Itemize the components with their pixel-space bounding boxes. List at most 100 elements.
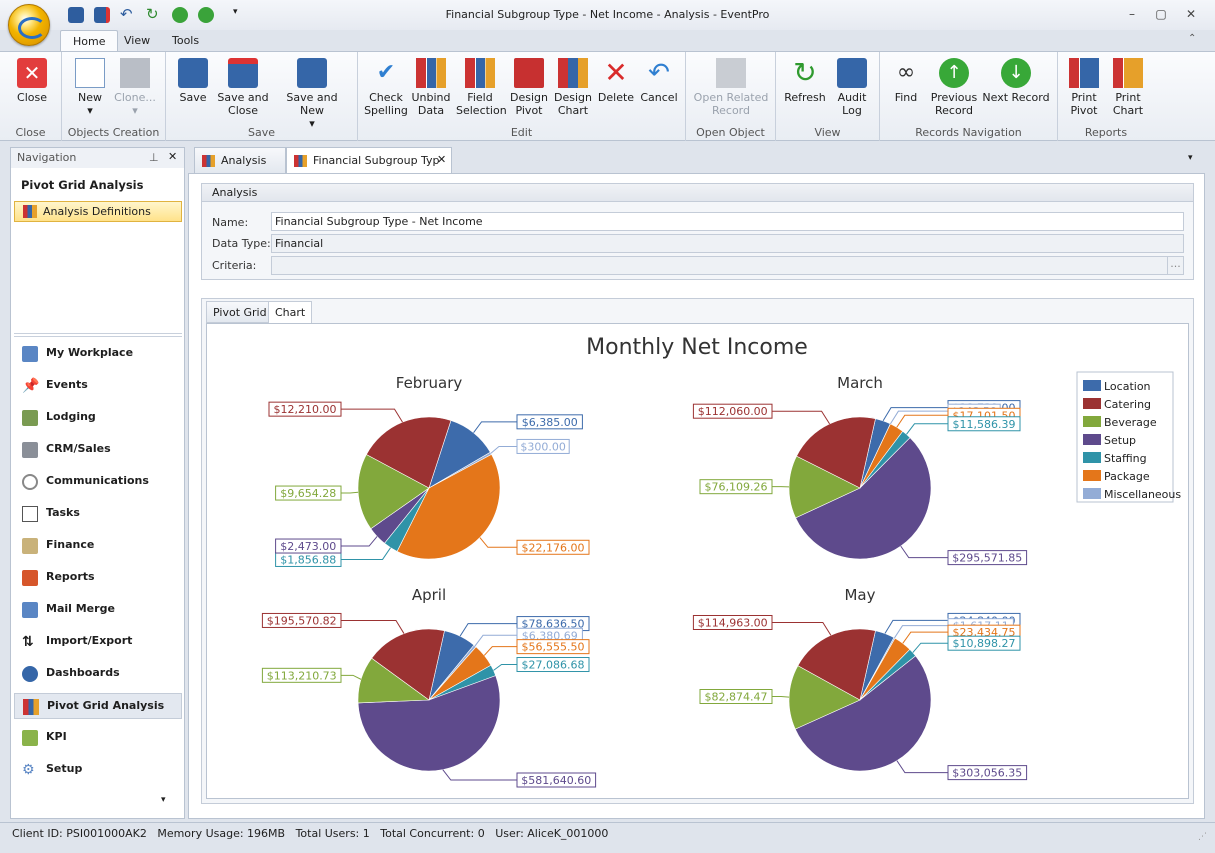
leader-line (341, 619, 405, 634)
close-tab-icon[interactable]: ✕ (437, 153, 446, 166)
chart-panel: Pivot Grid Chart Monthly Net Income Febr… (201, 298, 1194, 804)
criteria-ellipsis-button[interactable]: ... (1167, 257, 1183, 274)
nav-item-mail-merge[interactable]: Mail Merge (14, 597, 182, 623)
legend-item-miscellaneous: Miscellaneous (1104, 488, 1181, 501)
data-type-label: Data Type: (212, 237, 271, 250)
save-and-close-button[interactable]: Save and Close (216, 58, 270, 117)
refresh-button[interactable]: ↻ Refresh (782, 58, 828, 105)
nav-item-analysis-definitions[interactable]: Analysis Definitions (14, 201, 182, 222)
doc-tab-analysis[interactable]: Analysis (194, 147, 286, 173)
minimize-button[interactable]: – (1122, 6, 1142, 22)
leader-line (341, 408, 403, 423)
design-pivot-button[interactable]: Design Pivot (508, 58, 550, 117)
field-selection-button[interactable]: Field Selection (456, 58, 507, 117)
tab-list-dropdown-icon[interactable]: ▾ (1188, 153, 1193, 163)
nav-item-setup[interactable]: ⚙ Setup (14, 757, 182, 783)
delete-button[interactable]: ✕ Delete (596, 58, 636, 105)
tab-view[interactable]: View (112, 30, 162, 52)
print-pivot-icon (1069, 58, 1099, 88)
pin-icon[interactable]: ⊥ (149, 151, 159, 164)
chart-title: Monthly Net Income (586, 335, 808, 360)
leader-line (341, 491, 359, 494)
print-pivot-button[interactable]: Print Pivot (1064, 58, 1104, 117)
leader-line (341, 674, 362, 680)
new-button[interactable]: New ▾ (70, 58, 110, 117)
close-icon: ✕ (17, 58, 47, 88)
tab-chart[interactable]: Chart (268, 301, 313, 324)
data-label: $1,856.88 (280, 553, 336, 566)
group-records-navigation: ∞ Find ↑ Previous Record ↓ Next Record Reco… (880, 52, 1058, 141)
nav-item-dashboards[interactable]: Dashboards (14, 661, 182, 687)
nav-item-pivot-grid-analysis[interactable]: Pivot Grid Analysis (14, 693, 182, 719)
unbind-data-button[interactable]: Unbind Data (410, 58, 452, 117)
legend-swatch (1083, 470, 1101, 481)
next-record-button[interactable]: ↓ Next Record (982, 58, 1050, 104)
pie-title: May (844, 586, 875, 604)
close-button[interactable]: ✕ Close (10, 58, 54, 104)
criteria-field[interactable] (271, 256, 1184, 275)
cancel-button[interactable]: ↶ Cancel (638, 58, 680, 104)
resize-grip-icon[interactable]: ⋰ (1198, 832, 1207, 842)
audit-log-icon (837, 58, 867, 88)
close-window-button[interactable]: ✕ (1181, 6, 1201, 22)
find-button[interactable]: ∞ Find (886, 58, 926, 104)
import-export-icon: ⇅ (22, 634, 34, 650)
binoculars-icon: ∞ (896, 60, 916, 85)
group-edit: ✔ Check Spelling Unbind Data Field Select… (358, 52, 686, 141)
tab-tools[interactable]: Tools (160, 30, 211, 52)
open-related-record-button[interactable]: Open Related Record (692, 58, 770, 117)
name-field[interactable]: Financial Subgroup Type - Net Income (271, 212, 1184, 231)
maximize-button[interactable]: ▢ (1151, 6, 1171, 22)
pie-february: February $6,385.00 $300.00 $22,176.00 $1,856… (268, 374, 590, 567)
save-button[interactable]: Save (174, 58, 212, 104)
tab-home[interactable]: Home (60, 30, 119, 52)
clone-button[interactable]: Clone... ▾ (112, 58, 158, 117)
close-pane-icon[interactable]: ✕ (168, 150, 177, 163)
criteria-label: Criteria: (212, 259, 257, 272)
building-icon (22, 442, 38, 458)
data-label: $295,571.85 (952, 552, 1022, 565)
data-type-field[interactable]: Financial (271, 234, 1184, 253)
leader-line (479, 537, 517, 548)
data-label: $12,210.00 (274, 403, 337, 416)
nav-overflow-icon[interactable]: ▾ (161, 795, 166, 805)
data-label: $56,555.50 (522, 641, 585, 654)
design-chart-icon (558, 58, 588, 88)
nav-item-reports[interactable]: Reports (14, 565, 182, 591)
legend-swatch (1083, 380, 1101, 391)
nav-item-tasks[interactable]: Tasks (14, 501, 182, 527)
leader-line (474, 634, 517, 647)
chart-icon (23, 205, 37, 218)
nav-item-finance[interactable]: Finance (14, 533, 182, 559)
pie-chart-svg: Monthly Net Income February $6,385.00 $300… (261, 335, 1181, 788)
chart-icon (202, 155, 215, 167)
save-close-icon (228, 58, 258, 88)
nav-item-import-export[interactable]: ⇅ Import/Export (14, 629, 182, 655)
unbind-icon (416, 58, 446, 88)
nav-item-events[interactable]: 📌 Events (14, 373, 182, 399)
tab-pivot-grid[interactable]: Pivot Grid (206, 301, 274, 323)
data-label: $112,060.00 (698, 405, 768, 418)
doc-tab-financial-subgroup[interactable]: Financial Subgroup Typ ✕ (286, 147, 452, 174)
nav-item-communications[interactable]: Communications (14, 469, 182, 495)
check-spelling-button[interactable]: ✔ Check Spelling (364, 58, 408, 117)
pie-may: May$24,840.00$1,617.11$23,434.75$10,898.… (692, 586, 1028, 781)
group-objects: New ▾ Clone... ▾ Objects Creation (62, 52, 166, 141)
audit-log-button[interactable]: Audit Log (832, 58, 872, 117)
new-document-icon (75, 58, 105, 88)
save-and-new-button[interactable]: Save and New ▾ (274, 58, 350, 130)
previous-record-button[interactable]: ↑ Previous Record (930, 58, 978, 117)
leader-line (772, 621, 832, 636)
nav-item-crm-sales[interactable]: CRM/Sales (14, 437, 182, 463)
design-chart-button[interactable]: Design Chart (552, 58, 594, 117)
data-label: $10,898.27 (953, 637, 1016, 650)
print-chart-button[interactable]: Print Chart (1108, 58, 1148, 117)
leader-line (493, 664, 517, 671)
nav-splitter[interactable] (14, 333, 182, 337)
nav-item-lodging[interactable]: Lodging (14, 405, 182, 431)
nav-item-my-workplace[interactable]: My Workplace (14, 341, 182, 367)
nav-item-kpi[interactable]: KPI (14, 725, 182, 751)
clone-icon (120, 58, 150, 88)
collapse-ribbon-icon[interactable]: ⌃ (1188, 33, 1196, 44)
design-pivot-icon (514, 58, 544, 88)
